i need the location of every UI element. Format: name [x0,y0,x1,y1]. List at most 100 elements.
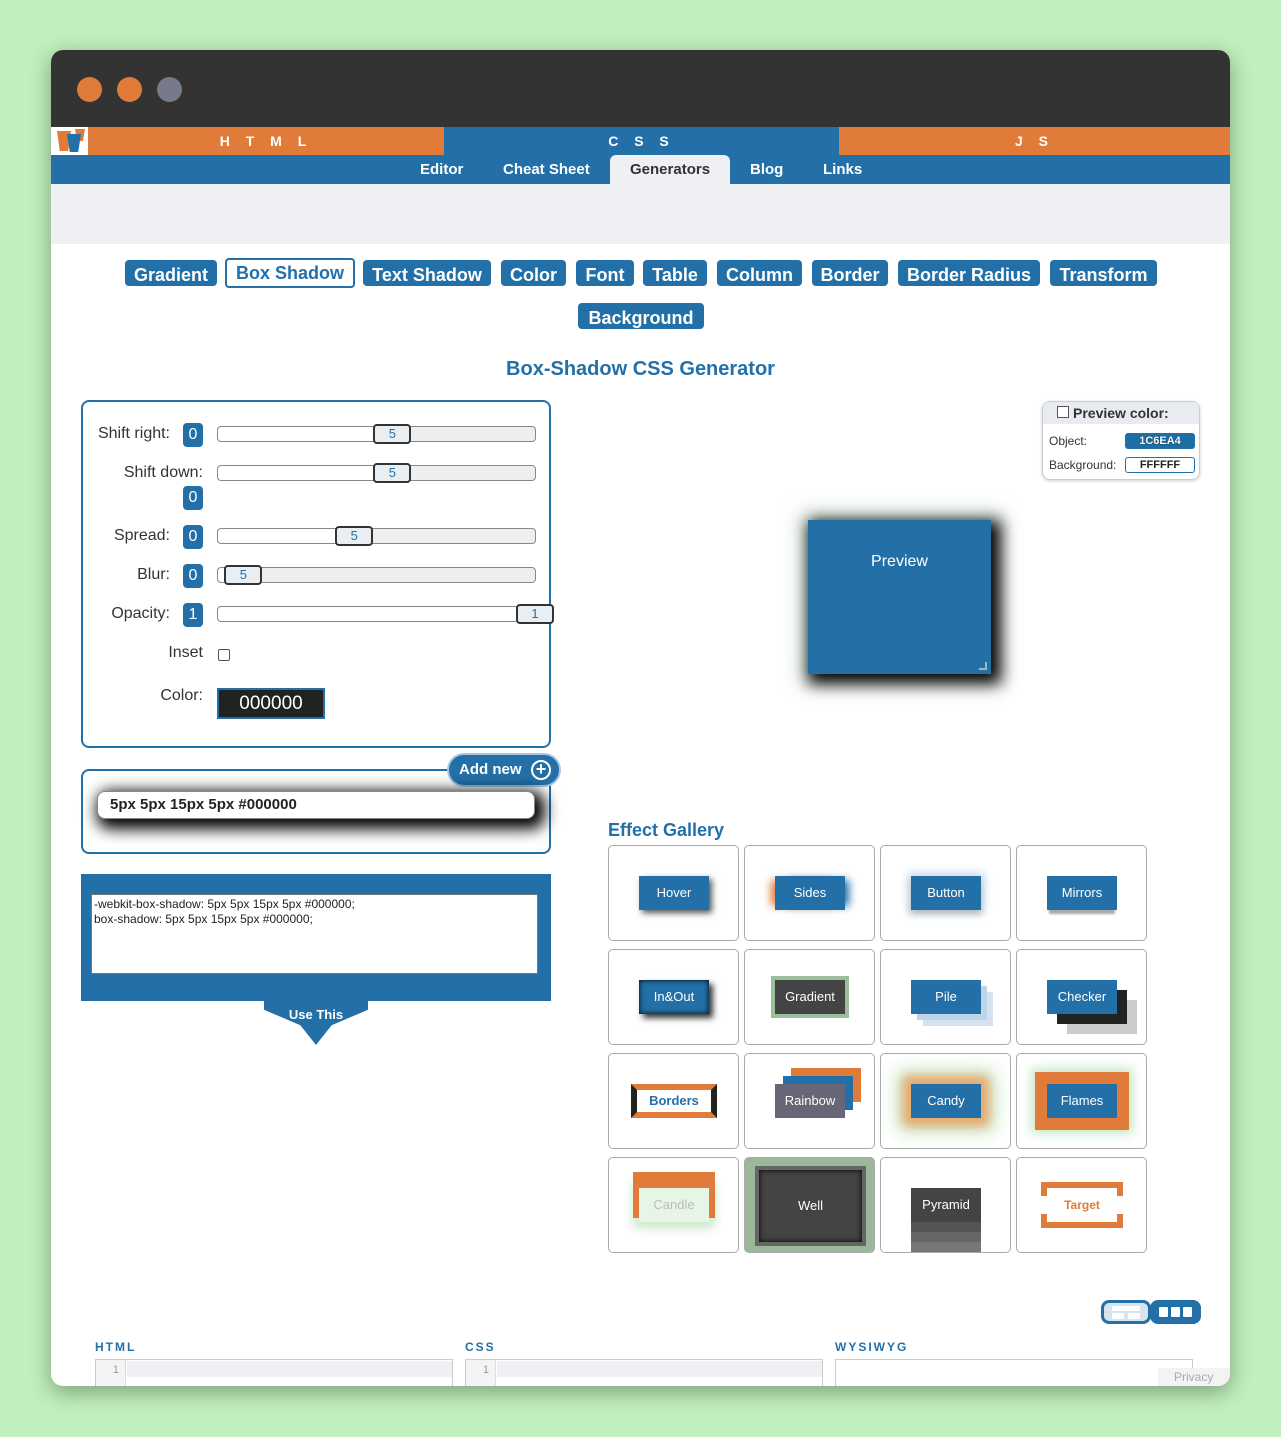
wysiwyg-editor-label: WYSIWYG [835,1340,909,1354]
gen-table-button[interactable]: Table [643,260,707,286]
maximize-window-button[interactable] [157,77,182,102]
spread-handle[interactable]: 5 [335,526,374,546]
color-label: Color: [160,687,203,704]
opacity-label: Opacity: [111,605,170,622]
object-color-input[interactable]: 1C6EA4 [1125,433,1195,449]
spread-label: Spread: [113,527,170,544]
tab-css[interactable]: C S S [444,127,839,155]
gallery-tile-borders[interactable]: Borders [608,1053,739,1149]
effect-gallery-title: Effect Gallery [608,820,725,840]
preview-box[interactable]: Preview [808,520,991,674]
gallery-tile-pile[interactable]: Pile [880,949,1011,1045]
add-new-button[interactable]: Add new + [449,755,559,785]
gallery-tile-flames[interactable]: Flames [1016,1053,1147,1149]
background-color-input[interactable]: FFFFFF [1125,457,1195,473]
nav-cheat-sheet[interactable]: Cheat Sheet [503,155,590,184]
shift-down-value[interactable]: 0 [183,486,203,510]
opacity-handle[interactable]: 1 [516,604,554,624]
code-output-panel: -webkit-box-shadow: 5px 5px 15px 5px #00… [81,874,551,1001]
opacity-slider[interactable]: 1 [217,604,554,624]
use-this-button[interactable]: Use This [264,1001,368,1045]
spread-slider[interactable]: 5 [217,526,536,546]
gen-box-shadow-button[interactable]: Box Shadow [225,258,355,288]
gallery-tile-sides[interactable]: Sides [744,845,875,941]
nav-editor[interactable]: Editor [420,155,463,184]
gen-border-radius-button[interactable]: Border Radius [898,260,1040,286]
preview-text: Preview [871,553,928,570]
wysiwyg-editor[interactable] [835,1359,1193,1386]
shift-down-handle[interactable]: 5 [373,463,412,483]
nav-links[interactable]: Links [823,155,862,184]
gallery-tile-hover[interactable]: Hover [608,845,739,941]
blur-handle[interactable]: 5 [224,565,263,585]
shift-right-handle[interactable]: 5 [373,424,412,444]
site-logo[interactable] [51,127,88,155]
blur-slider[interactable]: 5 [217,565,536,585]
gallery-tile-well[interactable]: Well [744,1157,875,1253]
inset-checkbox[interactable] [218,649,230,661]
gen-column-button[interactable]: Column [717,260,802,286]
shadow-layer-item[interactable]: 5px 5px 15px 5px #000000 [97,791,535,819]
gallery-tile-gradient[interactable]: Gradient [744,949,875,1045]
gallery-tile-button[interactable]: Button [880,845,1011,941]
nav-blog[interactable]: Blog [750,155,783,184]
banner-area [51,184,1230,244]
gallery-tile-inout[interactable]: In&Out [608,949,739,1045]
layout-toggle-stacked[interactable] [1101,1300,1151,1324]
opacity-value[interactable]: 1 [183,603,203,627]
nav-generators[interactable]: Generators [610,155,731,184]
gen-background-button[interactable]: Background [578,303,704,329]
css-editor[interactable]: 1 [465,1359,823,1386]
close-window-button[interactable] [77,77,102,102]
blur-value[interactable]: 0 [183,564,203,588]
preview-color-header: Preview color: [1043,402,1199,424]
gen-text-shadow-button[interactable]: Text Shadow [363,260,491,286]
resize-grip-icon[interactable] [979,662,987,670]
title-bar [51,50,1230,127]
plus-circle-icon: + [531,760,551,780]
gallery-tile-mirrors[interactable]: Mirrors [1016,845,1147,941]
controls-panel: Shift right: 0 5 Shift down: 5 0 Spread:… [81,400,554,748]
gen-color-button[interactable]: Color [501,260,566,286]
inset-label: Inset [168,644,203,661]
language-tabs: H T M L C S S J S [51,127,1230,155]
shift-right-value[interactable]: 0 [183,423,203,447]
gen-font-button[interactable]: Font [576,260,634,286]
gallery-tile-target[interactable]: Target [1016,1157,1147,1253]
page-title: Box-Shadow CSS Generator [506,358,775,380]
object-color-label: Object: [1049,434,1088,448]
code-line-standard: box-shadow: 5px 5px 15px 5px #000000; [94,912,313,926]
browser-window: H T M L C S S J S Editor Cheat Sheet Gen… [51,50,1230,1386]
shift-down-slider[interactable]: 5 [217,463,536,483]
gen-gradient-button[interactable]: Gradient [125,260,217,286]
color-picker-input[interactable]: 000000 [217,688,325,719]
gen-border-button[interactable]: Border [812,260,888,286]
line-number: 1 [466,1360,496,1386]
privacy-badge[interactable]: Privacy [1158,1368,1230,1386]
blur-label: Blur: [137,566,170,583]
background-color-label: Background: [1049,458,1117,472]
preview-color-panel: Preview color: Object: 1C6EA4 Background… [1042,401,1200,480]
spread-value[interactable]: 0 [183,525,203,549]
tab-js[interactable]: J S [839,127,1230,155]
gallery-tile-candle[interactable]: Candle [608,1157,739,1253]
css-editor-label: CSS [465,1340,496,1354]
css-code-textarea[interactable]: -webkit-box-shadow: 5px 5px 15px 5px #00… [91,894,538,974]
gallery-tile-pyramid[interactable]: Pyramid [880,1157,1011,1253]
use-this-label: Use This [288,1007,344,1022]
shift-down-label: Shift down: [123,464,203,481]
shift-right-label: Shift right: [97,425,170,442]
shift-right-slider[interactable]: 5 [217,424,536,444]
gallery-tile-candy[interactable]: Candy [880,1053,1011,1149]
tab-html[interactable]: H T M L [88,127,444,155]
gallery-tile-checker[interactable]: Checker [1016,949,1147,1045]
preview-color-title: Preview color: [1073,405,1169,421]
html-editor[interactable]: 1 [95,1359,453,1386]
code-line-webkit: -webkit-box-shadow: 5px 5px 15px 5px #00… [94,897,355,911]
preview-color-checkbox[interactable] [1057,406,1069,418]
minimize-window-button[interactable] [117,77,142,102]
line-number: 1 [96,1360,126,1386]
gallery-tile-rainbow[interactable]: Rainbow [744,1053,875,1149]
layout-toggle-columns[interactable] [1150,1300,1201,1324]
gen-transform-button[interactable]: Transform [1050,260,1157,286]
